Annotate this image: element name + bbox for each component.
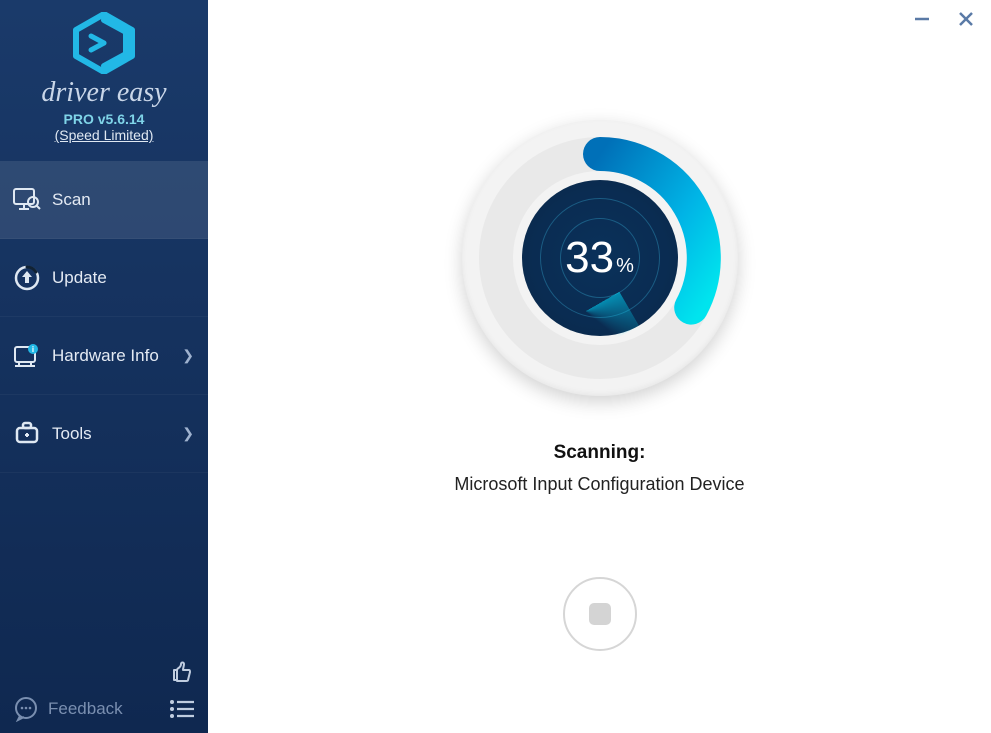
percent-number: 33 — [565, 233, 614, 283]
brand-name: driver easy — [0, 77, 208, 109]
sidebar: driver easy PRO v5.6.14 (Speed Limited) … — [0, 0, 208, 733]
sidebar-footer: Feedback — [0, 647, 208, 733]
logo-area: driver easy PRO v5.6.14 (Speed Limited) — [0, 0, 208, 151]
stop-button[interactable] — [563, 577, 637, 651]
scan-status: Scanning: Microsoft Input Configuration … — [454, 442, 744, 495]
main-pane: 33 % Scanning: Microsoft Input Configura… — [208, 0, 991, 733]
status-title: Scanning: — [454, 442, 744, 464]
progress-gauge: 33 % — [462, 120, 738, 396]
update-icon — [12, 263, 42, 293]
stop-icon — [589, 603, 611, 625]
nav-label-hardware-info: Hardware Info — [52, 346, 182, 366]
thumbs-up-icon[interactable] — [168, 657, 196, 685]
nav-item-tools[interactable]: Tools ❯ — [0, 395, 208, 473]
hardware-info-icon: i — [12, 341, 42, 371]
nav-item-update[interactable]: Update — [0, 239, 208, 317]
version-label: PRO v5.6.14 — [0, 111, 208, 127]
percent-symbol: % — [616, 255, 634, 278]
nav-label-scan: Scan — [52, 190, 194, 210]
chat-icon — [12, 695, 40, 723]
chevron-right-icon: ❯ — [182, 347, 194, 364]
status-detail: Microsoft Input Configuration Device — [454, 474, 744, 495]
window-controls — [911, 8, 977, 30]
minimize-button[interactable] — [911, 8, 933, 30]
nav-label-tools: Tools — [52, 424, 182, 444]
svg-text:i: i — [32, 345, 34, 354]
menu-list-icon[interactable] — [168, 695, 196, 723]
tools-icon — [12, 419, 42, 449]
nav: Scan Update i Hardware Info ❯ Tools ❯ — [0, 161, 208, 473]
app-logo-icon — [69, 12, 139, 74]
chevron-right-icon: ❯ — [182, 425, 194, 442]
close-button[interactable] — [955, 8, 977, 30]
nav-label-update: Update — [52, 268, 194, 288]
feedback-button[interactable]: Feedback — [12, 695, 123, 723]
progress-percent: 33 % — [565, 233, 634, 283]
speed-limited-link[interactable]: (Speed Limited) — [0, 127, 208, 143]
scan-icon — [12, 185, 42, 215]
scan-area: 33 % Scanning: Microsoft Input Configura… — [208, 0, 991, 651]
nav-item-scan[interactable]: Scan — [0, 161, 208, 239]
nav-item-hardware-info[interactable]: i Hardware Info ❯ — [0, 317, 208, 395]
feedback-label: Feedback — [48, 699, 123, 719]
